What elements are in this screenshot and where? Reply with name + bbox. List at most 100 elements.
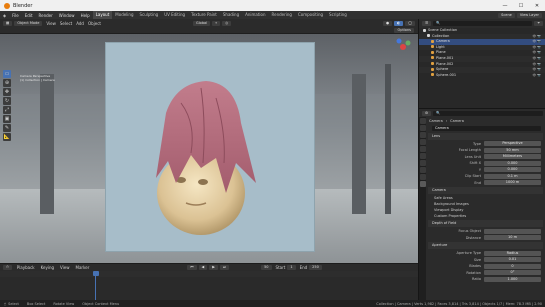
lens-section[interactable]: Lens (428, 132, 543, 140)
annotate-tool-icon[interactable]: ✎ (3, 124, 11, 132)
property-row: Distance 10 m (426, 235, 545, 242)
property-section[interactable]: Custom Properties (426, 213, 545, 219)
property-field[interactable]: 0.1 m (484, 173, 541, 179)
properties-search-input[interactable]: 🔍 (433, 110, 543, 116)
outliner-row-label: Sphere.001 (436, 72, 457, 77)
tab-rendering[interactable]: Rendering (269, 11, 295, 19)
outliner-row[interactable]: Sphere.001 👁 📷 (419, 73, 545, 79)
outliner-row-label: Scene Collection (428, 28, 458, 32)
tab-uv-editing[interactable]: UV Editing (161, 11, 188, 19)
menu-edit[interactable]: Edit (22, 13, 36, 18)
tab-modeling[interactable]: Modeling (112, 11, 136, 19)
property-field[interactable]: Perspective (484, 141, 541, 147)
view-layer-selector[interactable]: View Layer (516, 12, 542, 18)
viewport-shading-rendered-icon[interactable]: ◯ (405, 20, 415, 26)
menu-keying[interactable]: Keying (38, 265, 57, 270)
property-field[interactable]: 0 (484, 263, 541, 269)
viewport-shading-solid-icon[interactable]: ● (382, 20, 393, 26)
scene-selector[interactable]: Scene (498, 12, 515, 18)
minimize-button[interactable]: — (497, 3, 513, 9)
start-frame-field[interactable]: 1 (287, 265, 296, 270)
navigation-gizmo[interactable] (394, 38, 412, 56)
property-field[interactable]: 0° (484, 270, 541, 276)
tab-compositing[interactable]: Compositing (295, 11, 326, 19)
camera-name-field[interactable]: Camera (432, 125, 541, 131)
window-titlebar: Blender — ☐ ✕ (0, 0, 545, 11)
tab-sculpting[interactable]: Sculpting (137, 11, 162, 19)
menu-help[interactable]: Help (78, 13, 93, 18)
property-field[interactable]: 1000 m (484, 180, 541, 186)
jump-end-icon[interactable]: ⏭ (219, 265, 230, 270)
current-frame-field[interactable]: 50 (261, 265, 272, 270)
play-icon[interactable]: ▶ (209, 265, 218, 270)
blender-logo-icon (4, 2, 10, 9)
filter-icon[interactable]: ⏷ (534, 21, 543, 26)
viewport-shading-material-icon[interactable]: ◐ (394, 20, 404, 26)
transform-tool-icon[interactable]: ▣ (3, 115, 11, 123)
end-label: End (299, 265, 308, 270)
scale-tool-icon[interactable]: ⤢ (3, 106, 11, 114)
playhead[interactable] (93, 271, 99, 276)
maximize-button[interactable]: ☐ (513, 3, 529, 9)
options-dropdown[interactable]: Options (394, 27, 414, 33)
menu-file[interactable]: File (9, 13, 22, 18)
outliner-row-label: Light (436, 44, 445, 49)
property-field[interactable]: 10 m (484, 235, 541, 241)
property-label: Lens Unit (464, 154, 481, 159)
tab-scripting[interactable]: Scripting (326, 11, 350, 19)
properties-editor-icon[interactable]: ⚙ (422, 110, 432, 116)
tab-texture-paint[interactable]: Texture Paint (188, 11, 220, 19)
menu-window[interactable]: Window (56, 13, 78, 18)
property-field[interactable]: 0.01 (484, 257, 541, 263)
jump-start-icon[interactable]: ⏮ (187, 265, 197, 270)
move-tool-icon[interactable]: ✥ (3, 88, 11, 96)
object-type-icon (431, 56, 434, 60)
property-section[interactable]: Depth of Field (428, 220, 543, 227)
menu-add[interactable]: Add (74, 21, 86, 26)
end-frame-field[interactable]: 250 (309, 265, 322, 270)
play-reverse-icon[interactable]: ◀ (198, 265, 208, 270)
timeline-editor-icon[interactable]: ⏱ (3, 265, 12, 270)
property-field[interactable]: 0.000 (484, 160, 541, 166)
outliner-editor-icon[interactable]: ☰ (422, 21, 432, 26)
property-field[interactable]: Radius (484, 250, 541, 256)
menu-view[interactable]: View (44, 21, 58, 26)
close-button[interactable]: ✕ (529, 3, 545, 9)
snap-icon[interactable]: ⌖ (212, 20, 221, 26)
menu-playback[interactable]: Playback (14, 265, 38, 270)
proportional-edit-icon[interactable]: ◎ (222, 20, 232, 26)
menu-object[interactable]: Object (86, 21, 103, 26)
blender-menu-icon[interactable]: ◈ (0, 13, 9, 18)
property-field[interactable]: 0.000 (484, 167, 541, 173)
gizmo-x-axis (400, 44, 406, 50)
outliner-row-label: Sphere (436, 67, 449, 72)
property-label: Aperture Type (456, 251, 481, 256)
menu-select[interactable]: Select (58, 21, 74, 26)
timeline-area[interactable] (0, 271, 418, 300)
property-section[interactable]: Camera (428, 187, 543, 194)
viewport-tool-settings: Options (0, 27, 418, 34)
aperture-section[interactable]: Aperture (428, 242, 543, 249)
object-type-icon (423, 28, 426, 32)
menu-view[interactable]: View (57, 265, 73, 270)
status-bar: 🖱 Select Box Select Rotate View Object C… (0, 300, 545, 307)
menu-render[interactable]: Render (36, 13, 56, 18)
measure-tool-icon[interactable]: 📐 (3, 133, 11, 141)
property-field[interactable]: 50 mm (484, 147, 541, 153)
select-box-tool-icon[interactable]: ▭ (3, 70, 11, 78)
cursor-tool-icon[interactable]: ⊕ (3, 79, 11, 87)
rotate-tool-icon[interactable]: ↻ (3, 97, 11, 105)
tab-shading[interactable]: Shading (220, 11, 242, 19)
property-field[interactable] (484, 228, 541, 234)
transform-orientation-dropdown[interactable]: Global (193, 20, 211, 26)
property-field[interactable]: 1.000 (484, 276, 541, 282)
visibility-eye-icon[interactable]: 👁 📷 (533, 73, 542, 79)
tab-layout[interactable]: Layout (92, 11, 113, 19)
3d-viewport[interactable]: Camera Perspective (1) Collection | Came… (0, 34, 418, 263)
editor-type-icon[interactable]: ▦ (3, 20, 13, 26)
property-field[interactable]: Millimeters (484, 154, 541, 160)
tab-animation[interactable]: Animation (242, 11, 268, 19)
menu-marker[interactable]: Marker (73, 265, 93, 270)
outliner-search-input[interactable]: 🔍 (433, 21, 533, 26)
object-mode-dropdown[interactable]: Object Mode (14, 20, 43, 26)
